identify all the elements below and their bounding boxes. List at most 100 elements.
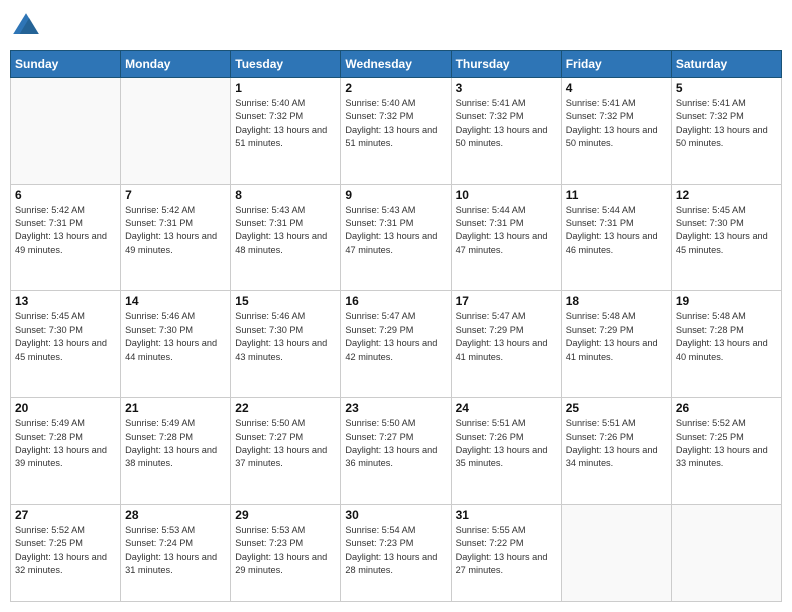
day-info: Sunrise: 5:48 AMSunset: 7:28 PMDaylight:…	[676, 310, 777, 363]
calendar-cell: 16Sunrise: 5:47 AMSunset: 7:29 PMDayligh…	[341, 291, 451, 398]
day-number: 29	[235, 508, 336, 522]
calendar-cell: 28 Sunrise: 5:53 AMSunset: 7:24 PMDayligh…	[121, 504, 231, 601]
calendar-cell: 27Sunrise: 5:52 AMSunset: 7:25 PMDayligh…	[11, 504, 121, 601]
day-number: 25	[566, 401, 667, 415]
weekday-header-saturday: Saturday	[671, 51, 781, 78]
calendar-cell: 20 Sunrise: 5:49 AMSunset: 7:28 PMDayligh…	[11, 398, 121, 505]
calendar-cell: 13 Sunrise: 5:45 AMSunset: 7:30 PMDayligh…	[11, 291, 121, 398]
weekday-header-row: SundayMondayTuesdayWednesdayThursdayFrid…	[11, 51, 782, 78]
weekday-header-thursday: Thursday	[451, 51, 561, 78]
calendar-cell	[671, 504, 781, 601]
day-number: 20	[15, 401, 116, 415]
day-info: Sunrise: 5:42 AMSunset: 7:31 PMDaylight:…	[15, 204, 116, 257]
calendar-week-1: 1 Sunrise: 5:40 AMSunset: 7:32 PMDaylight…	[11, 78, 782, 185]
calendar-cell: 11 Sunrise: 5:44 AMSunset: 7:31 PMDayligh…	[561, 184, 671, 291]
calendar-cell: 26 Sunrise: 5:52 AMSunset: 7:25 PMDayligh…	[671, 398, 781, 505]
day-info: Sunrise: 5:44 AMSunset: 7:31 PMDaylight:…	[456, 204, 557, 257]
calendar-cell: 24 Sunrise: 5:51 AMSunset: 7:26 PMDayligh…	[451, 398, 561, 505]
calendar-cell: 15 Sunrise: 5:46 AMSunset: 7:30 PMDayligh…	[231, 291, 341, 398]
day-number: 21	[125, 401, 226, 415]
header	[10, 10, 782, 42]
calendar-week-5: 27Sunrise: 5:52 AMSunset: 7:25 PMDayligh…	[11, 504, 782, 601]
day-number: 5	[676, 81, 777, 95]
day-info: Sunrise: 5:41 AMSunset: 7:32 PMDaylight:…	[456, 97, 557, 150]
day-number: 26	[676, 401, 777, 415]
day-number: 30	[345, 508, 446, 522]
calendar-cell: 29 Sunrise: 5:53 AMSunset: 7:23 PMDayligh…	[231, 504, 341, 601]
calendar-cell: 17 Sunrise: 5:47 AMSunset: 7:29 PMDayligh…	[451, 291, 561, 398]
day-info: Sunrise: 5:43 AMSunset: 7:31 PMDaylight:…	[235, 204, 336, 257]
page: SundayMondayTuesdayWednesdayThursdayFrid…	[0, 0, 792, 612]
day-info: Sunrise: 5:50 AMSunset: 7:27 PMDaylight:…	[235, 417, 336, 470]
day-number: 16	[345, 294, 446, 308]
day-info: Sunrise: 5:47 AMSunset: 7:29 PMDaylight:…	[456, 310, 557, 363]
weekday-header-tuesday: Tuesday	[231, 51, 341, 78]
day-number: 6	[15, 188, 116, 202]
logo	[10, 10, 46, 42]
day-number: 22	[235, 401, 336, 415]
day-info: Sunrise: 5:53 AMSunset: 7:23 PMDaylight:…	[235, 524, 336, 577]
calendar-cell: 9 Sunrise: 5:43 AMSunset: 7:31 PMDaylight…	[341, 184, 451, 291]
day-number: 13	[15, 294, 116, 308]
calendar-cell: 3 Sunrise: 5:41 AMSunset: 7:32 PMDaylight…	[451, 78, 561, 185]
day-info: Sunrise: 5:43 AMSunset: 7:31 PMDaylight:…	[345, 204, 446, 257]
calendar-cell: 2 Sunrise: 5:40 AMSunset: 7:32 PMDaylight…	[341, 78, 451, 185]
day-number: 2	[345, 81, 446, 95]
day-number: 15	[235, 294, 336, 308]
day-info: Sunrise: 5:55 AMSunset: 7:22 PMDaylight:…	[456, 524, 557, 577]
day-number: 19	[676, 294, 777, 308]
calendar-cell	[561, 504, 671, 601]
calendar-week-2: 6 Sunrise: 5:42 AMSunset: 7:31 PMDaylight…	[11, 184, 782, 291]
day-info: Sunrise: 5:54 AMSunset: 7:23 PMDaylight:…	[345, 524, 446, 577]
day-number: 3	[456, 81, 557, 95]
day-info: Sunrise: 5:48 AMSunset: 7:29 PMDaylight:…	[566, 310, 667, 363]
day-number: 14	[125, 294, 226, 308]
day-number: 23	[345, 401, 446, 415]
calendar-cell: 5 Sunrise: 5:41 AMSunset: 7:32 PMDaylight…	[671, 78, 781, 185]
day-info: Sunrise: 5:40 AMSunset: 7:32 PMDaylight:…	[235, 97, 336, 150]
day-info: Sunrise: 5:41 AMSunset: 7:32 PMDaylight:…	[676, 97, 777, 150]
day-info: Sunrise: 5:49 AMSunset: 7:28 PMDaylight:…	[15, 417, 116, 470]
day-info: Sunrise: 5:40 AMSunset: 7:32 PMDaylight:…	[345, 97, 446, 150]
calendar-cell: 18 Sunrise: 5:48 AMSunset: 7:29 PMDayligh…	[561, 291, 671, 398]
calendar-cell: 22 Sunrise: 5:50 AMSunset: 7:27 PMDayligh…	[231, 398, 341, 505]
weekday-header-monday: Monday	[121, 51, 231, 78]
day-info: Sunrise: 5:46 AMSunset: 7:30 PMDaylight:…	[125, 310, 226, 363]
calendar-cell	[11, 78, 121, 185]
day-number: 10	[456, 188, 557, 202]
day-number: 28	[125, 508, 226, 522]
calendar-cell: 4 Sunrise: 5:41 AMSunset: 7:32 PMDaylight…	[561, 78, 671, 185]
calendar-cell: 25 Sunrise: 5:51 AMSunset: 7:26 PMDayligh…	[561, 398, 671, 505]
day-number: 4	[566, 81, 667, 95]
day-info: Sunrise: 5:50 AMSunset: 7:27 PMDaylight:…	[345, 417, 446, 470]
weekday-header-friday: Friday	[561, 51, 671, 78]
calendar-cell: 21Sunrise: 5:49 AMSunset: 7:28 PMDayligh…	[121, 398, 231, 505]
day-number: 9	[345, 188, 446, 202]
day-info: Sunrise: 5:53 AMSunset: 7:24 PMDaylight:…	[125, 524, 226, 577]
day-info: Sunrise: 5:51 AMSunset: 7:26 PMDaylight:…	[456, 417, 557, 470]
day-number: 17	[456, 294, 557, 308]
day-info: Sunrise: 5:52 AMSunset: 7:25 PMDaylight:…	[676, 417, 777, 470]
calendar-week-4: 20 Sunrise: 5:49 AMSunset: 7:28 PMDayligh…	[11, 398, 782, 505]
day-info: Sunrise: 5:46 AMSunset: 7:30 PMDaylight:…	[235, 310, 336, 363]
calendar-cell: 8Sunrise: 5:43 AMSunset: 7:31 PMDaylight…	[231, 184, 341, 291]
day-info: Sunrise: 5:45 AMSunset: 7:30 PMDaylight:…	[15, 310, 116, 363]
calendar-cell: 19 Sunrise: 5:48 AMSunset: 7:28 PMDayligh…	[671, 291, 781, 398]
day-info: Sunrise: 5:42 AMSunset: 7:31 PMDaylight:…	[125, 204, 226, 257]
day-number: 11	[566, 188, 667, 202]
calendar-cell: 7 Sunrise: 5:42 AMSunset: 7:31 PMDaylight…	[121, 184, 231, 291]
day-number: 24	[456, 401, 557, 415]
day-number: 12	[676, 188, 777, 202]
day-number: 7	[125, 188, 226, 202]
day-info: Sunrise: 5:52 AMSunset: 7:25 PMDaylight:…	[15, 524, 116, 577]
day-info: Sunrise: 5:41 AMSunset: 7:32 PMDaylight:…	[566, 97, 667, 150]
day-info: Sunrise: 5:51 AMSunset: 7:26 PMDaylight:…	[566, 417, 667, 470]
weekday-header-sunday: Sunday	[11, 51, 121, 78]
day-number: 1	[235, 81, 336, 95]
calendar-cell: 31 Sunrise: 5:55 AMSunset: 7:22 PMDayligh…	[451, 504, 561, 601]
day-number: 31	[456, 508, 557, 522]
day-info: Sunrise: 5:44 AMSunset: 7:31 PMDaylight:…	[566, 204, 667, 257]
day-number: 18	[566, 294, 667, 308]
calendar-week-3: 13 Sunrise: 5:45 AMSunset: 7:30 PMDayligh…	[11, 291, 782, 398]
calendar-cell: 6 Sunrise: 5:42 AMSunset: 7:31 PMDaylight…	[11, 184, 121, 291]
